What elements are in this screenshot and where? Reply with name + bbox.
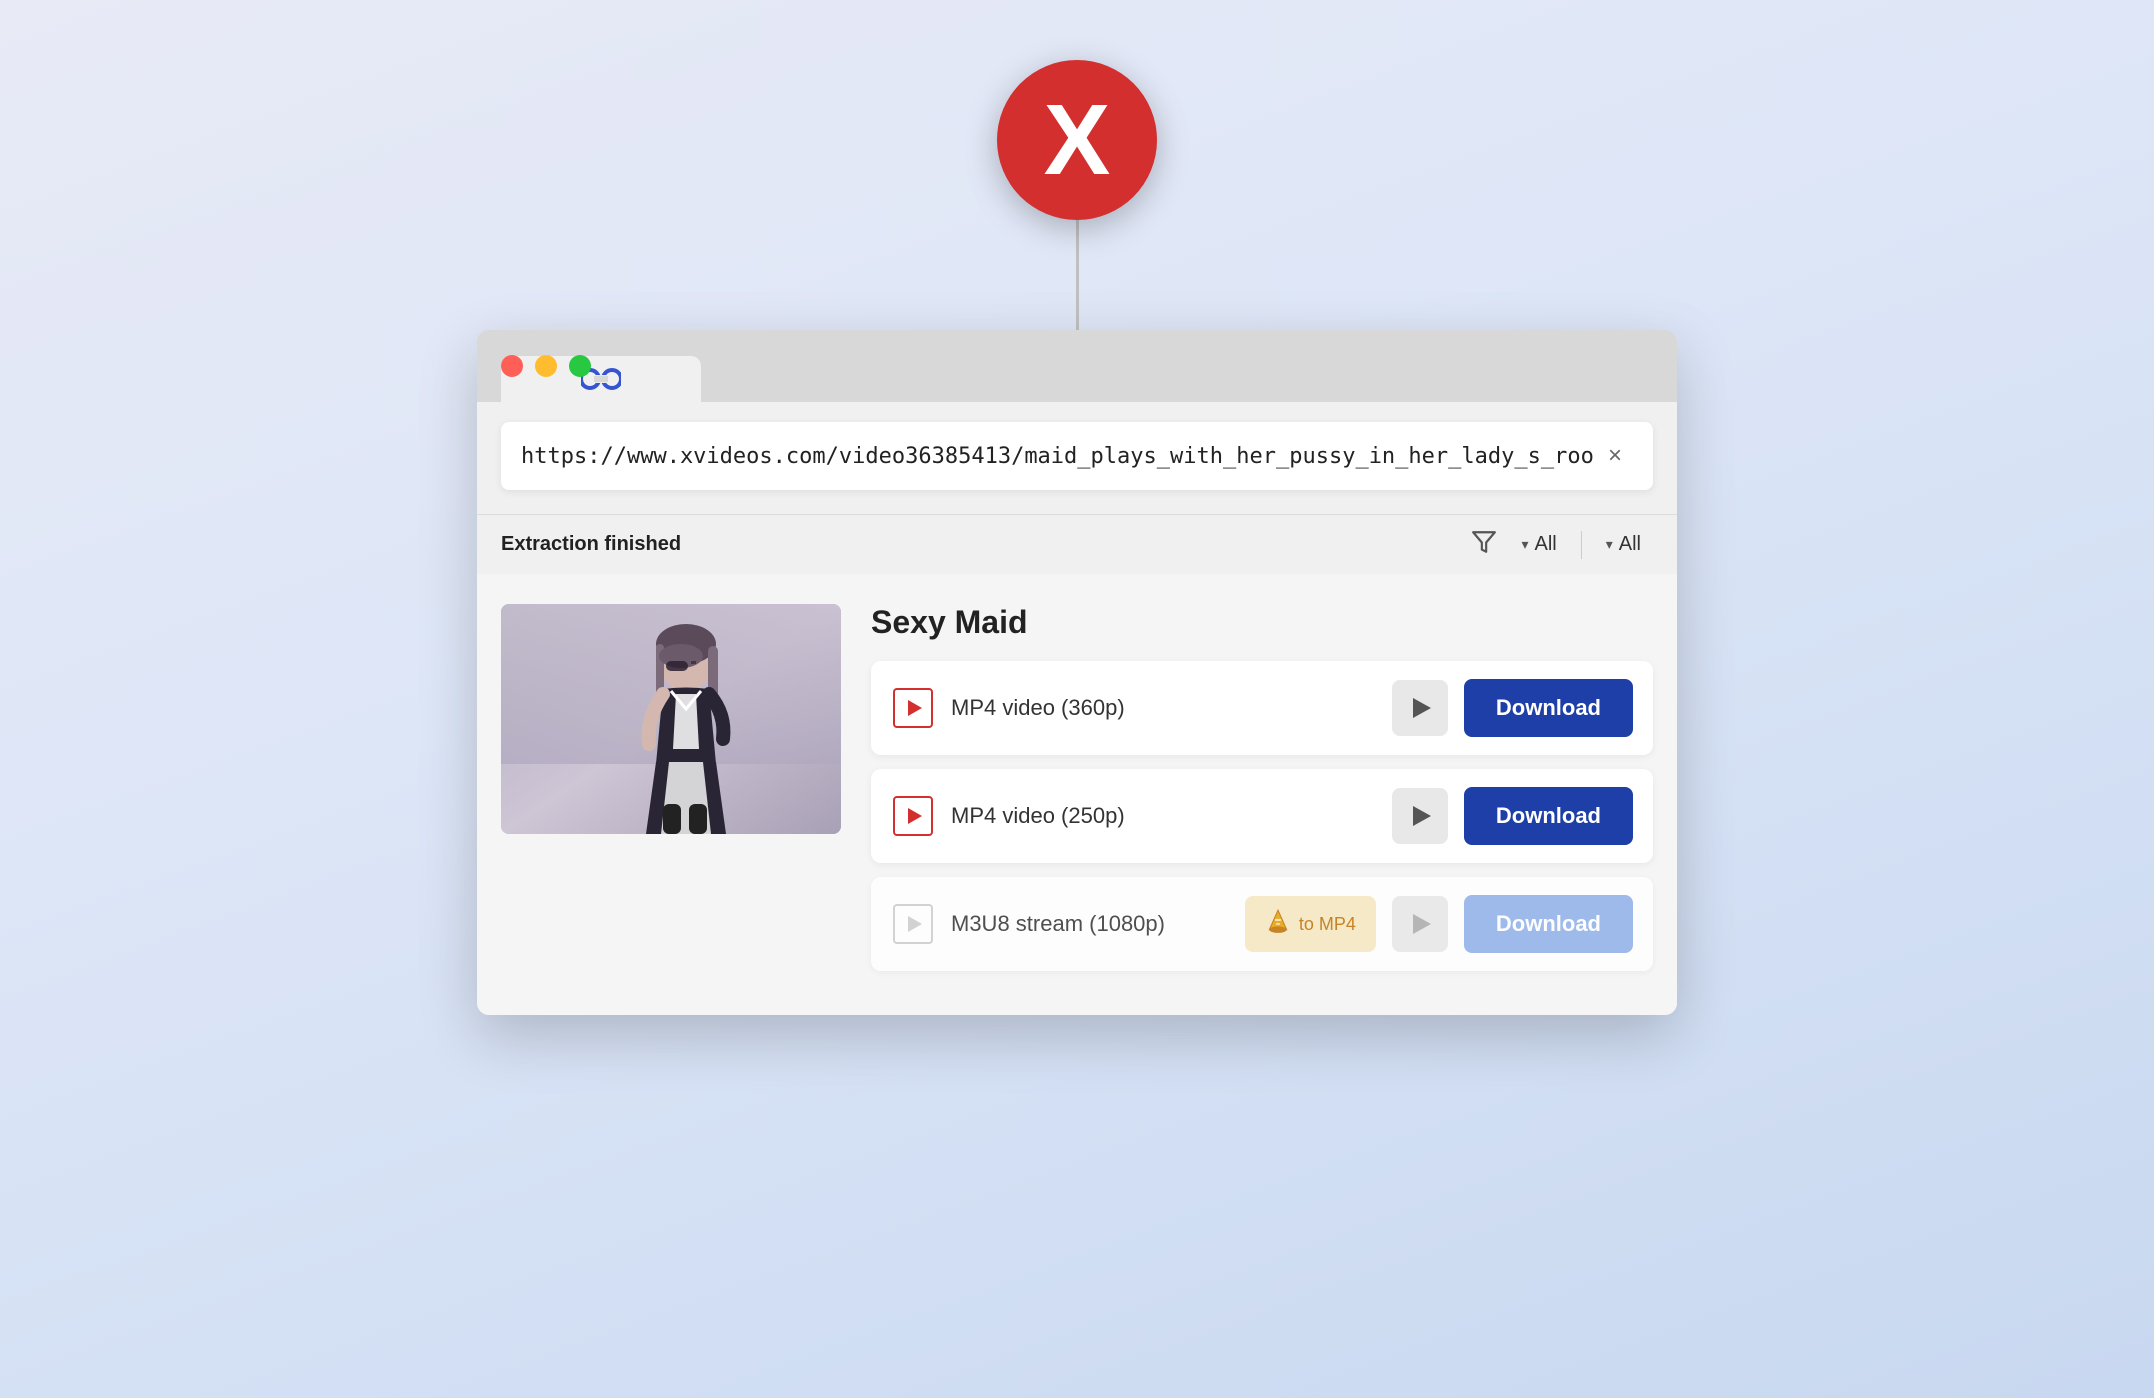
download-options: Sexy Maid MP4 video (360p) Download — [871, 604, 1653, 985]
download-button-250p[interactable]: Download — [1464, 787, 1633, 845]
vlc-icon — [1265, 908, 1291, 940]
window-controls — [501, 355, 591, 377]
clear-url-button[interactable]: × — [1597, 438, 1633, 474]
browser-window: https://www.xvideos.com/video36385413/ma… — [477, 330, 1677, 1015]
video-title: Sexy Maid — [871, 604, 1653, 641]
filter-dropdown-1[interactable]: ▾ All — [1509, 527, 1568, 562]
download-item-1080p: M3U8 stream (1080p) to MP4 — [871, 877, 1653, 971]
minimize-button[interactable] — [535, 355, 557, 377]
video-thumbnail — [501, 604, 841, 834]
filter-separator — [1581, 531, 1582, 559]
format-label-250p: MP4 video (250p) — [951, 803, 1376, 829]
filter-bar: Extraction finished ▾ All ▾ All — [477, 514, 1677, 574]
address-bar-area: https://www.xvideos.com/video36385413/ma… — [477, 402, 1677, 514]
close-button[interactable] — [501, 355, 523, 377]
title-bar — [477, 330, 1677, 402]
convert-label: to MP4 — [1299, 914, 1356, 935]
convert-to-mp4-button[interactable]: to MP4 — [1245, 896, 1376, 952]
download-button-1080p[interactable]: Download — [1464, 895, 1633, 953]
format-label-1080p: M3U8 stream (1080p) — [951, 911, 1229, 937]
thumbnail-image — [501, 604, 841, 834]
app-icon: X — [997, 60, 1157, 220]
preview-button-250p[interactable] — [1392, 788, 1448, 844]
thumbnail-svg — [501, 604, 841, 834]
maximize-button[interactable] — [569, 355, 591, 377]
preview-button-360p[interactable] — [1392, 680, 1448, 736]
content-area: Sexy Maid MP4 video (360p) Download — [477, 574, 1677, 1015]
format-icon-360p — [891, 686, 935, 730]
filter-dropdown-2[interactable]: ▾ All — [1594, 527, 1653, 562]
format-icon-1080p — [891, 902, 935, 946]
app-icon-letter: X — [1044, 90, 1111, 190]
format-icon-250p — [891, 794, 935, 838]
connector-line — [1076, 220, 1079, 330]
url-display: https://www.xvideos.com/video36385413/ma… — [521, 444, 1597, 469]
extraction-status: Extraction finished — [501, 533, 1451, 556]
download-item-360p: MP4 video (360p) Download — [871, 661, 1653, 755]
filter-controls: ▾ All ▾ All — [1471, 527, 1653, 562]
download-button-360p[interactable]: Download — [1464, 679, 1633, 737]
format-label-360p: MP4 video (360p) — [951, 695, 1376, 721]
preview-button-1080p[interactable] — [1392, 896, 1448, 952]
filter-icon — [1471, 529, 1497, 561]
download-item-250p: MP4 video (250p) Download — [871, 769, 1653, 863]
address-bar[interactable]: https://www.xvideos.com/video36385413/ma… — [501, 422, 1653, 490]
